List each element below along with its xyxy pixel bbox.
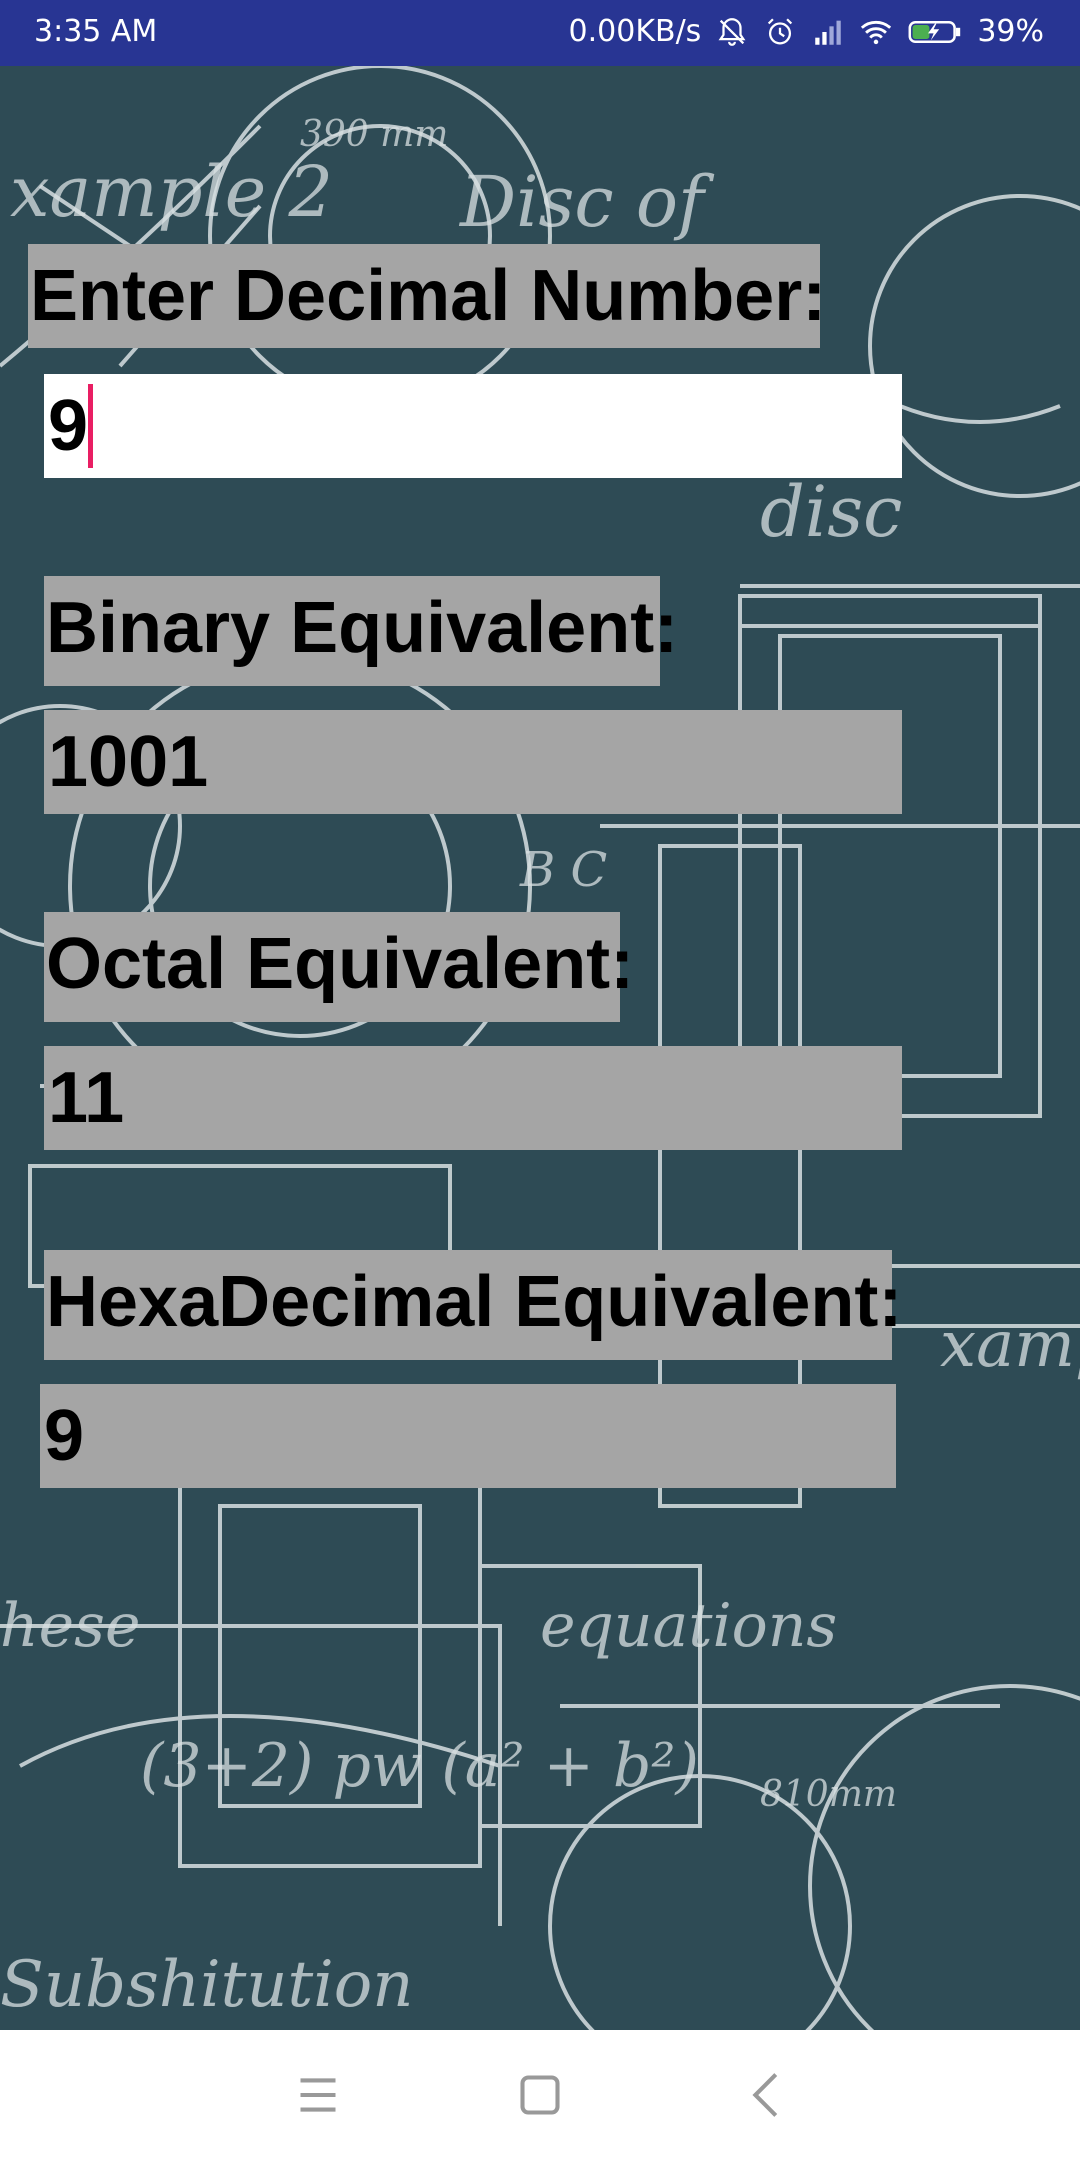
home-icon <box>520 2075 560 2115</box>
hexadecimal-value: 9 <box>40 1384 896 1488</box>
battery-charging-icon <box>907 15 963 49</box>
svg-text:390 mm: 390 mm <box>300 114 448 155</box>
app-screen: 3:35 AM 0.00KB/s 39% xample 2 390 mm Dis… <box>0 0 1080 2160</box>
binary-label: Binary Equivalent: <box>44 576 678 686</box>
svg-text:equations: equations <box>540 1591 837 1661</box>
back-button[interactable] <box>732 2060 802 2130</box>
status-bar: 3:35 AM 0.00KB/s 39% <box>0 0 1080 66</box>
svg-text:(3+2) pw (a² + b²): (3+2) pw (a² + b²) <box>140 1731 699 1801</box>
wifi-icon <box>859 15 893 49</box>
home-button[interactable] <box>505 2060 575 2130</box>
status-icons: 0.00KB/s 39% <box>555 14 1044 49</box>
decimal-input-container[interactable] <box>44 374 902 478</box>
binary-value: 1001 <box>44 710 902 814</box>
svg-text:Disc of: Disc of <box>458 161 715 243</box>
svg-text:810mm: 810mm <box>760 1774 897 1815</box>
signal-icon <box>811 15 845 49</box>
status-time: 3:35 AM <box>34 14 158 49</box>
svg-text:hese: hese <box>0 1591 140 1661</box>
svg-text:disc: disc <box>760 471 902 553</box>
svg-text:B C: B C <box>519 842 607 898</box>
svg-text:xample 2: xample 2 <box>10 151 333 233</box>
octal-value: 11 <box>44 1046 902 1150</box>
decimal-input[interactable] <box>44 374 902 478</box>
navigation-bar <box>0 2030 1080 2160</box>
decimal-label: Enter Decimal Number: <box>28 244 826 348</box>
menu-icon <box>300 2078 336 2112</box>
bell-off-icon <box>715 15 749 49</box>
battery-percent: 39% <box>977 14 1044 49</box>
menu-button[interactable] <box>283 2060 353 2130</box>
alarm-icon <box>763 15 797 49</box>
network-speed: 0.00KB/s <box>568 14 702 49</box>
svg-text:Subshitution: Subshitution <box>0 1948 413 2022</box>
back-icon <box>752 2073 778 2117</box>
octal-label: Octal Equivalent: <box>44 912 634 1022</box>
hexadecimal-label: HexaDecimal Equivalent: <box>44 1250 902 1360</box>
svg-text:xample: xample <box>940 1308 1080 1382</box>
text-cursor <box>88 384 93 468</box>
